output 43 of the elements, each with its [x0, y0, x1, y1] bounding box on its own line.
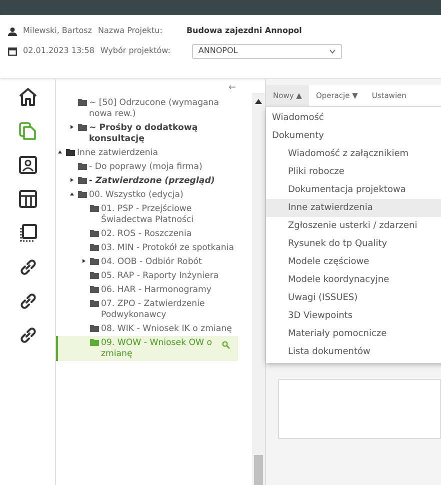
folder-icon	[78, 99, 87, 106]
tree-item[interactable]: ~ Prośby o dodatkową konsultację	[56, 121, 238, 146]
expanded-arrow-icon[interactable]	[70, 192, 74, 196]
tree-item[interactable]: - Zatwierdzone (przegląd)	[56, 174, 238, 188]
collapse-button[interactable]: ←	[228, 83, 236, 96]
expanded-arrow-icon[interactable]	[58, 150, 62, 154]
collapsed-arrow-icon[interactable]	[70, 125, 74, 130]
scroll-up-icon[interactable]	[255, 99, 262, 104]
project-label: Nazwa Projektu:	[98, 25, 162, 37]
calendar-icon	[8, 46, 17, 56]
table-icon[interactable]	[18, 189, 38, 209]
link-icon[interactable]	[18, 291, 38, 311]
tree-item[interactable]: 01. PSP - Przejściowe Świadectwa Płatności	[56, 202, 238, 227]
contact-card-icon[interactable]	[18, 155, 38, 175]
tree-item[interactable]: 07. ZPO - Zatwierdzenie Podwykonawcy	[56, 297, 238, 322]
folder-icon	[78, 124, 87, 131]
link-icon[interactable]	[18, 325, 38, 345]
tree-item[interactable]: 04. OOB - Odbiór Robót	[56, 255, 238, 269]
selection-icon[interactable]	[18, 223, 38, 243]
home-icon[interactable]	[18, 87, 38, 107]
collapsed-arrow-icon[interactable]	[70, 178, 74, 182]
tree-item[interactable]: 06. HAR - Harmonogramy	[56, 283, 238, 297]
user-icon	[8, 26, 17, 36]
tree-item[interactable]: 02. ROS - Roszczenia	[56, 227, 238, 241]
scrollbar[interactable]	[252, 93, 265, 485]
tree-item[interactable]: - Do poprawy (moja firma)	[56, 160, 238, 174]
tree-item[interactable]: Inne zatwierdzenia	[56, 146, 238, 160]
project-name: Budowa zajezdni Annopol	[186, 25, 302, 37]
project-select[interactable]: ANNOPOL	[192, 44, 342, 58]
menu-item[interactable]: Inne zatwierdzenia	[266, 199, 441, 217]
tree-item[interactable]: 03. MIN - Protokół ze spotkania	[56, 241, 238, 255]
scrollbar-thumb[interactable]	[254, 455, 263, 485]
user-name: Milewski, Bartosz	[23, 25, 92, 37]
tree-item[interactable]: 08. WIK - Wniosek IK o zmianę	[56, 322, 238, 336]
tree-item[interactable]: ~ [50] Odrzucone (wymagana nowa rew.)	[56, 96, 238, 121]
chevron-down-icon	[329, 48, 336, 54]
tree-item[interactable]: 00. Wszystko (edycja)	[56, 188, 238, 202]
tree-item[interactable]: 05. RAP - Raporty Inżyniera	[56, 269, 238, 283]
documents-icon[interactable]	[18, 121, 38, 141]
collapsed-arrow-icon[interactable]	[82, 259, 86, 264]
picker-label: Wybór projektów:	[100, 45, 170, 57]
link-icon[interactable]	[18, 257, 38, 277]
date-time: 02.01.2023 13:58	[23, 45, 94, 57]
